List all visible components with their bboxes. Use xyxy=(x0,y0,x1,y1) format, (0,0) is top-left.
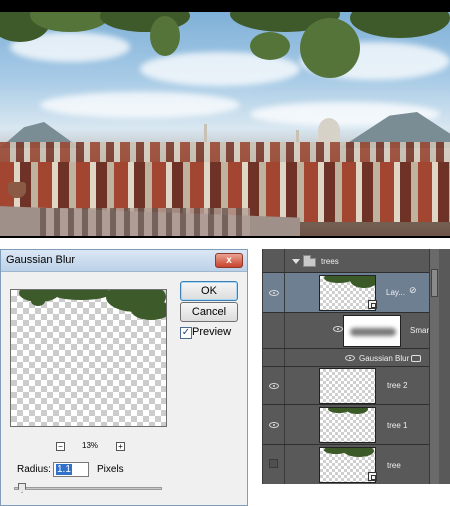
thumbnail-foliage xyxy=(350,276,375,288)
preview-foliage xyxy=(51,290,111,300)
layer-name: tree 2 xyxy=(387,381,408,390)
layer-name: tree xyxy=(387,461,401,470)
canvas-scene-image xyxy=(0,0,450,238)
preview-foliage xyxy=(31,296,45,306)
eye-icon xyxy=(333,326,343,332)
visibility-toggle[interactable] xyxy=(263,349,285,366)
balusters xyxy=(40,208,250,236)
foliage xyxy=(350,12,450,38)
cancel-button[interactable]: Cancel xyxy=(180,302,238,322)
visibility-toggle[interactable] xyxy=(263,405,285,444)
layer-row[interactable]: tree 1 xyxy=(263,405,429,445)
thumbnail-foliage xyxy=(346,408,368,414)
scrollbar-thumb[interactable] xyxy=(431,269,438,297)
screenshot-root: Gaussian Blur x OK Cancel ✓ Preview − 13… xyxy=(0,0,450,506)
preview-foliage xyxy=(131,300,166,320)
smart-filters-row[interactable]: Smar xyxy=(263,313,429,349)
stone-urn xyxy=(8,182,26,198)
radius-label: Radius: xyxy=(17,464,51,475)
layers-scrollbar[interactable] xyxy=(429,249,439,484)
cloud xyxy=(40,92,240,118)
preview-checkbox[interactable]: ✓ xyxy=(180,327,192,339)
eye-icon xyxy=(345,355,355,361)
smart-object-icon xyxy=(368,300,377,309)
dialog-title: Gaussian Blur xyxy=(6,254,76,266)
smart-object-icon xyxy=(368,472,377,481)
layers-panel: trees Lay... ⊘ Smar Gaussian Blur tree 2… xyxy=(262,249,450,484)
dialog-titlebar[interactable]: Gaussian Blur x xyxy=(1,250,247,272)
thumbnail-foliage xyxy=(344,448,374,457)
filter-options-icon[interactable] xyxy=(411,355,421,362)
visibility-toggle[interactable] xyxy=(263,367,285,404)
zoom-level: 13% xyxy=(82,441,99,450)
layer-thumbnail xyxy=(319,407,376,443)
city-balcony-painting xyxy=(0,12,450,236)
radius-unit: Pixels xyxy=(97,464,124,475)
layer-name: Lay... xyxy=(386,288,405,297)
eye-icon xyxy=(269,290,279,296)
eye-icon xyxy=(269,422,279,428)
layer-row[interactable]: tree 2 xyxy=(263,367,429,405)
visibility-toggle[interactable] xyxy=(263,313,285,348)
close-button[interactable]: x xyxy=(215,253,243,268)
layer-name: tree 1 xyxy=(387,421,408,430)
radius-input[interactable]: 1.1 xyxy=(53,462,89,477)
group-name: trees xyxy=(321,257,339,266)
ok-button[interactable]: OK xyxy=(180,281,238,301)
filter-effect-row[interactable]: Gaussian Blur xyxy=(263,349,429,367)
zoom-in-button[interactable]: + xyxy=(116,442,125,451)
radius-slider-track[interactable] xyxy=(14,487,162,490)
layer-row-selected[interactable]: Lay... ⊘ xyxy=(263,273,429,313)
visibility-toggle[interactable] xyxy=(263,445,285,484)
radius-value: 1.1 xyxy=(56,464,72,475)
layer-row[interactable]: tree xyxy=(263,445,429,484)
hidden-visibility-box xyxy=(269,459,278,468)
layer-thumbnail xyxy=(319,368,376,404)
foliage xyxy=(250,32,290,60)
eye-icon xyxy=(269,383,279,389)
link-icon: ⊘ xyxy=(409,285,417,295)
filter-name: Gaussian Blur xyxy=(359,354,410,363)
foliage xyxy=(150,16,180,56)
cathedral-dome xyxy=(318,118,340,144)
foliage xyxy=(300,18,360,78)
expand-arrow-icon[interactable] xyxy=(292,259,300,264)
blur-preview-canvas[interactable] xyxy=(10,289,167,427)
visibility-toggle[interactable] xyxy=(263,249,285,272)
filter-mask-thumbnail xyxy=(343,315,401,347)
visibility-toggle[interactable] xyxy=(263,273,285,312)
layer-group-row[interactable]: trees xyxy=(263,249,429,273)
smart-filters-label: Smar xyxy=(410,326,430,335)
folder-icon xyxy=(303,255,316,267)
preview-checkbox-label: Preview xyxy=(192,326,232,338)
zoom-out-button[interactable]: − xyxy=(56,442,65,451)
mask-blur-preview xyxy=(350,328,396,336)
